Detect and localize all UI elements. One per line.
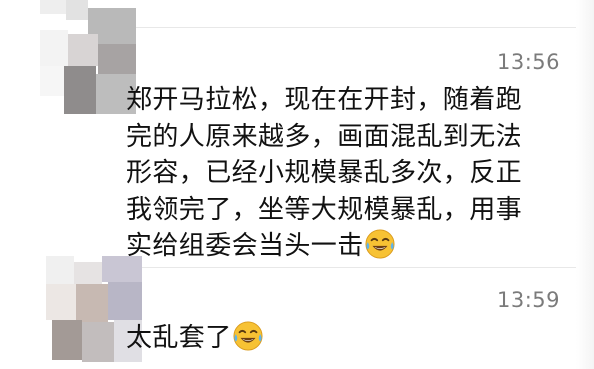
message-timestamp: 13:56: [496, 50, 560, 74]
message-timestamp: 13:59: [496, 288, 560, 312]
message-line: 我领完了，坐等大规模暴乱，用事: [126, 194, 523, 225]
screen-edge-shadow: [576, 0, 594, 369]
message-line-text: 实给组委会当头一击: [126, 231, 364, 261]
message-line: 完的人原来越多，画面混乱到无法: [126, 121, 523, 152]
message-line: 郑开马拉松，现在在开封，随着跑: [126, 85, 523, 115]
avatar[interactable]: [40, 0, 136, 120]
message-line: 形容，已经小规模暴乱多次，反正: [126, 158, 523, 188]
message-line: 实给组委会当头一击: [126, 228, 572, 265]
tears-of-joy-emoji: [365, 229, 395, 259]
message-line-text: 太乱套了: [126, 323, 232, 353]
message-text: 太乱套了: [126, 320, 572, 357]
tears-of-joy-emoji: [233, 321, 263, 351]
message-text: 郑开马拉松，现在在开封，随着跑 完的人原来越多，画面混乱到无法 形容，已经小规模…: [126, 82, 572, 265]
divider: [112, 27, 594, 28]
divider: [112, 267, 594, 268]
message-line: 太乱套了: [126, 320, 572, 357]
